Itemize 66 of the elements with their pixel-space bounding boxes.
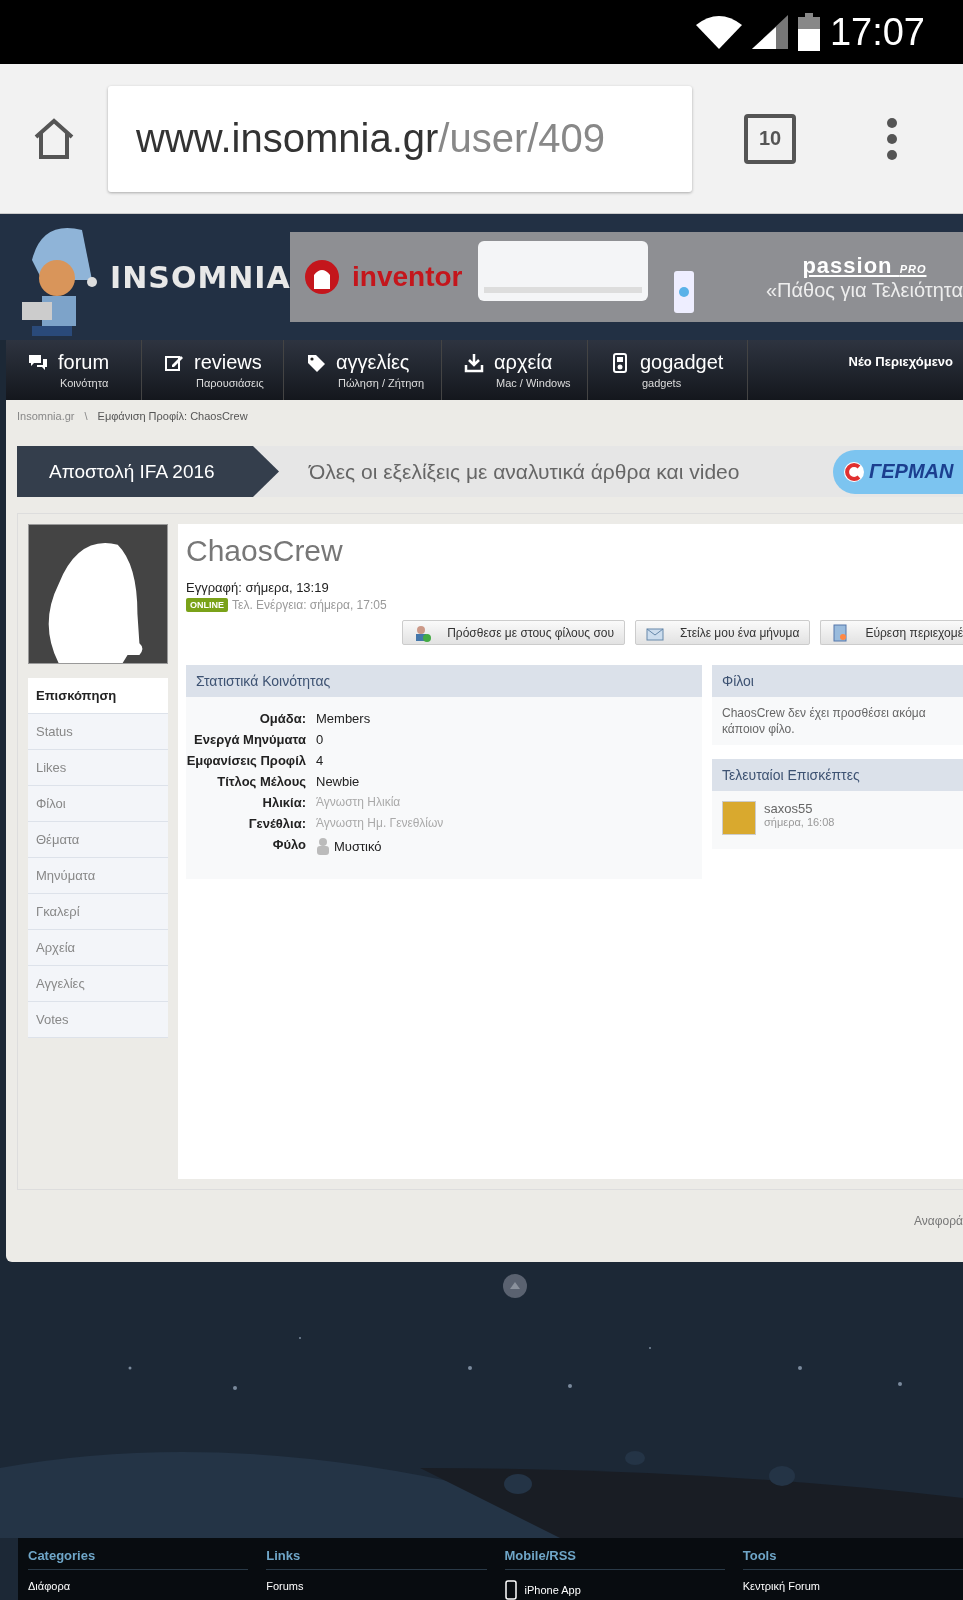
- footer-link[interactable]: Κεντρική Forum: [742, 1580, 820, 1592]
- phone-icon: [504, 1580, 517, 1600]
- tag-icon: [306, 352, 326, 373]
- banner-arrow-icon: [253, 446, 279, 497]
- stat-value: Μυστικό: [334, 838, 382, 854]
- url-field[interactable]: www.insomnia.gr/user/409: [108, 85, 692, 192]
- stat-label: Γενέθλια:: [247, 816, 306, 831]
- friends-text: ChaosCrew δεν έχει προσθέσει ακόμα κάποιον φίλο.: [721, 705, 927, 739]
- profile-action-button[interactable]: Στείλε μου ένα μήνυμα: [635, 620, 811, 645]
- promo-banner[interactable]: Αποστολή IFA 2016 Όλες οι εξελίξεις με αναλυτικά άρθρα και video ΓΕΡΜΑΝ: [17, 446, 963, 497]
- stat-value: Members: [316, 711, 372, 726]
- footer-heading: Categories: [28, 1548, 249, 1570]
- footer-link[interactable]: Διάφορα: [28, 1580, 71, 1592]
- panel-header: Φίλοι: [712, 665, 963, 697]
- visit-time: σήμερα, 16:08: [764, 816, 835, 829]
- panel-header: Στατιστικά Κοινότητας: [186, 665, 702, 697]
- banner-text: Όλες οι εξελίξεις με αναλυτικά άρθρα και video: [309, 459, 740, 484]
- stat-label: Φύλο: [271, 837, 306, 854]
- person-icon: [316, 837, 330, 855]
- online-badge: ONLINE: [186, 598, 228, 612]
- stat-value: Άγνωστη Ηλικία: [316, 795, 402, 810]
- stat-value: 0: [316, 732, 325, 747]
- signal-icon: [751, 15, 788, 49]
- brand-logo-icon: [304, 259, 340, 295]
- breadcrumb-separator: \: [84, 410, 88, 422]
- stat-value: Άγνωστη Ημ. Γενεθλίων: [316, 816, 445, 831]
- stat-label: Ενεργά Μηνύματα: [193, 732, 306, 747]
- footer-heading: Mobile/RSS: [504, 1548, 725, 1570]
- footer-link[interactable]: Forums: [266, 1580, 304, 1592]
- photo-placeholder: [722, 801, 756, 836]
- footer-heading: Tools: [742, 1548, 963, 1570]
- clock-time: 17:07: [829, 10, 925, 54]
- ad-slogan: «Πάθος για Τελειότητα: [765, 278, 963, 302]
- profile-action-button[interactable]: Πρόσθεσε με στους φίλους σου: [402, 620, 626, 645]
- scroll-to-top-button[interactable]: [503, 1274, 527, 1298]
- stat-label: Τίτλος Μέλους: [216, 774, 306, 789]
- download-icon: [464, 352, 484, 373]
- letter-c-icon: [843, 460, 865, 483]
- footer-heading: Links: [266, 1548, 487, 1570]
- tab-count-button[interactable]: 10: [744, 113, 796, 164]
- stat-label: Εμφανίσεις Προφίλ: [186, 753, 306, 768]
- stat-value: 4: [316, 753, 325, 768]
- breadcrumb-current: Εμφάνιση Προφίλ: ChaosCrew: [97, 410, 248, 422]
- stat-label: Ηλικία:: [261, 795, 306, 810]
- stat-label: Ομάδα:: [258, 711, 306, 726]
- join-date: Εγγραφή: σήμερα, 13:19: [186, 580, 330, 595]
- ad-brand-text: inventor: [352, 261, 463, 293]
- add-friend-icon: [413, 623, 432, 642]
- wifi-icon: [695, 15, 742, 49]
- report-link[interactable]: Αναφορά: [17, 1214, 963, 1228]
- last-activity: Τελ. Ενέργεια: σήμερα, 17:05: [232, 598, 387, 612]
- visitor-name[interactable]: saxos55: [764, 801, 835, 817]
- profile-action-button[interactable]: Εύρεση περιεχομέ: [820, 620, 963, 645]
- profile-tab[interactable]: Επισκόπηση: [28, 678, 168, 714]
- device-icon: [610, 352, 630, 373]
- footer-link[interactable]: iPhone App: [524, 1584, 581, 1596]
- sponsor-logo: ΓΕΡΜΑΝ: [833, 449, 963, 494]
- username: ChaosCrew: [186, 534, 344, 568]
- ad-brand-text: passion PRO: [802, 252, 927, 279]
- site-logo[interactable]: INSOMNIA: [110, 259, 290, 295]
- more-options-icon[interactable]: [886, 116, 898, 161]
- stat-value: Newbie: [316, 774, 361, 789]
- panel-header: Τελευταίοι Επισκέπτες: [712, 759, 963, 792]
- new-content-link[interactable]: Νέο Περιεχόμενο: [848, 340, 963, 400]
- document-search-icon: [831, 623, 850, 642]
- battery-icon: [797, 13, 820, 51]
